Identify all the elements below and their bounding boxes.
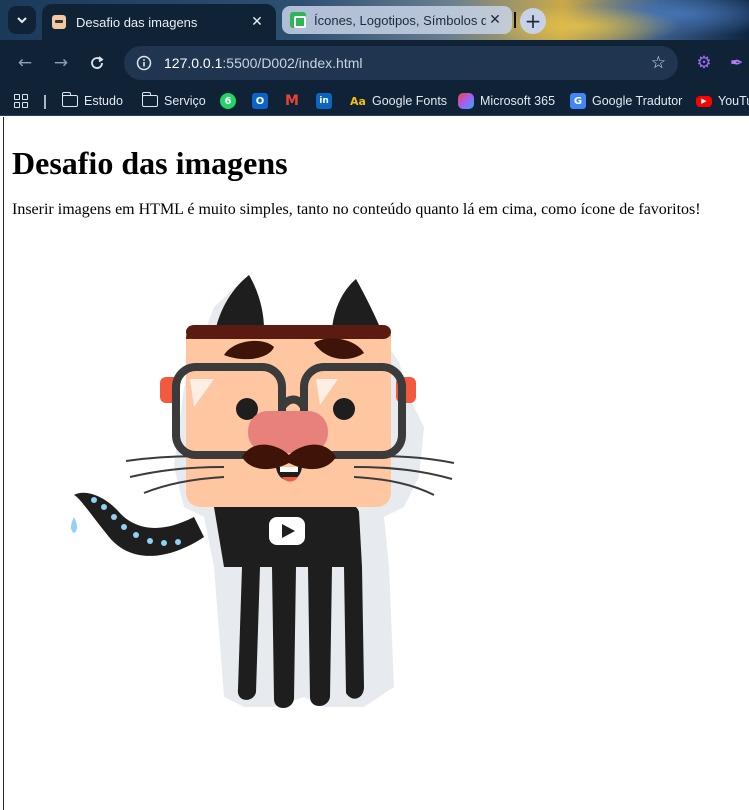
folder-icon xyxy=(61,92,78,107)
bookmark-label: Estudo xyxy=(84,94,123,108)
octocat-image xyxy=(71,275,455,708)
tab-separator xyxy=(514,12,516,28)
bookmarks-bar: Estudo Serviço 6 O M in Aa Google Fonts … xyxy=(0,86,749,116)
bookmark-star-icon[interactable]: ☆ xyxy=(651,53,666,73)
url-host: 127.0.0.1 xyxy=(164,55,223,71)
close-icon[interactable]: ✕ xyxy=(248,14,266,30)
tab-icones[interactable]: Ícones, Logotipos, Símbolos de ✕ xyxy=(282,6,512,34)
tab-strip: Desafio das imagens ✕ Ícones, Logotipos,… xyxy=(0,0,749,40)
octocat-favicon-icon xyxy=(52,15,66,29)
bookmark-label: Microsoft 365 xyxy=(480,94,556,108)
bookmark-label: Google Fonts xyxy=(372,94,448,108)
folder-icon xyxy=(141,92,158,107)
bookmark-google-tradutor[interactable]: G Google Tradutor xyxy=(570,91,682,111)
site-info-icon[interactable] xyxy=(136,55,152,71)
tab-desafio[interactable]: Desafio das imagens ✕ xyxy=(42,4,276,40)
bookmark-google-fonts[interactable]: Aa Google Fonts xyxy=(350,91,447,111)
outlook-icon: O xyxy=(252,93,268,109)
address-bar[interactable]: 127.0.0.1:5500/D002/index.html ☆ xyxy=(124,46,678,80)
back-arrow-icon[interactable]: ← xyxy=(14,52,36,74)
gmail-icon: M xyxy=(285,93,299,109)
page-viewport: Desafio das imagens Inserir imagens em H… xyxy=(3,117,749,810)
forward-arrow-icon[interactable]: → xyxy=(50,52,72,74)
bookmark-gmail[interactable]: M xyxy=(284,91,300,111)
url-path: :5500/D002/index.html xyxy=(222,55,363,71)
chevron-down-icon xyxy=(17,17,27,24)
whatsapp-icon: 6 xyxy=(220,93,236,109)
microsoft-365-icon xyxy=(458,93,474,109)
browser-toolbar: ← → 127.0.0.1:5500/D002/index.html ☆ ⚙ ✒ xyxy=(0,40,749,86)
apps-button[interactable] xyxy=(14,91,28,111)
tab-title: Desafio das imagens xyxy=(76,14,198,30)
bookmark-whatsapp[interactable]: 6 xyxy=(220,91,236,111)
google-translate-icon: G xyxy=(570,93,586,109)
tab-search-button[interactable] xyxy=(8,6,36,34)
gear-extension-icon[interactable]: ⚙ xyxy=(694,53,714,73)
reload-icon[interactable] xyxy=(86,52,108,74)
new-tab-button[interactable]: + xyxy=(520,8,546,34)
bookmark-servico[interactable]: Serviço xyxy=(141,91,206,111)
bookmark-estudo[interactable]: Estudo xyxy=(61,91,123,111)
youtube-icon: ▶ xyxy=(696,95,712,107)
close-icon[interactable]: ✕ xyxy=(486,12,504,28)
bookmark-divider xyxy=(44,95,46,109)
tab-title: Ícones, Logotipos, Símbolos de xyxy=(314,12,486,28)
bookmark-linkedin[interactable]: in xyxy=(316,91,332,111)
whatsapp-badge: 6 xyxy=(224,95,232,107)
bookmark-youtube[interactable]: ▶ YouTu xyxy=(696,91,749,111)
apps-grid-icon xyxy=(14,94,28,108)
flaticon-favicon-icon xyxy=(290,12,306,28)
feather-extension-icon[interactable]: ✒ xyxy=(730,52,749,74)
intro-paragraph: Inserir imagens em HTML é muito simples,… xyxy=(12,201,701,218)
bookmark-label: Google Tradutor xyxy=(592,94,683,108)
url-text[interactable]: 127.0.0.1:5500/D002/index.html xyxy=(164,55,651,71)
page-heading: Desafio das imagens xyxy=(12,145,288,181)
google-fonts-icon: Aa xyxy=(350,94,366,108)
bookmark-outlook[interactable]: O xyxy=(252,91,268,111)
linkedin-icon: in xyxy=(316,93,332,109)
bookmark-label: YouTu xyxy=(718,94,749,108)
bookmark-label: Serviço xyxy=(164,94,206,108)
bookmark-microsoft-365[interactable]: Microsoft 365 xyxy=(458,91,555,111)
